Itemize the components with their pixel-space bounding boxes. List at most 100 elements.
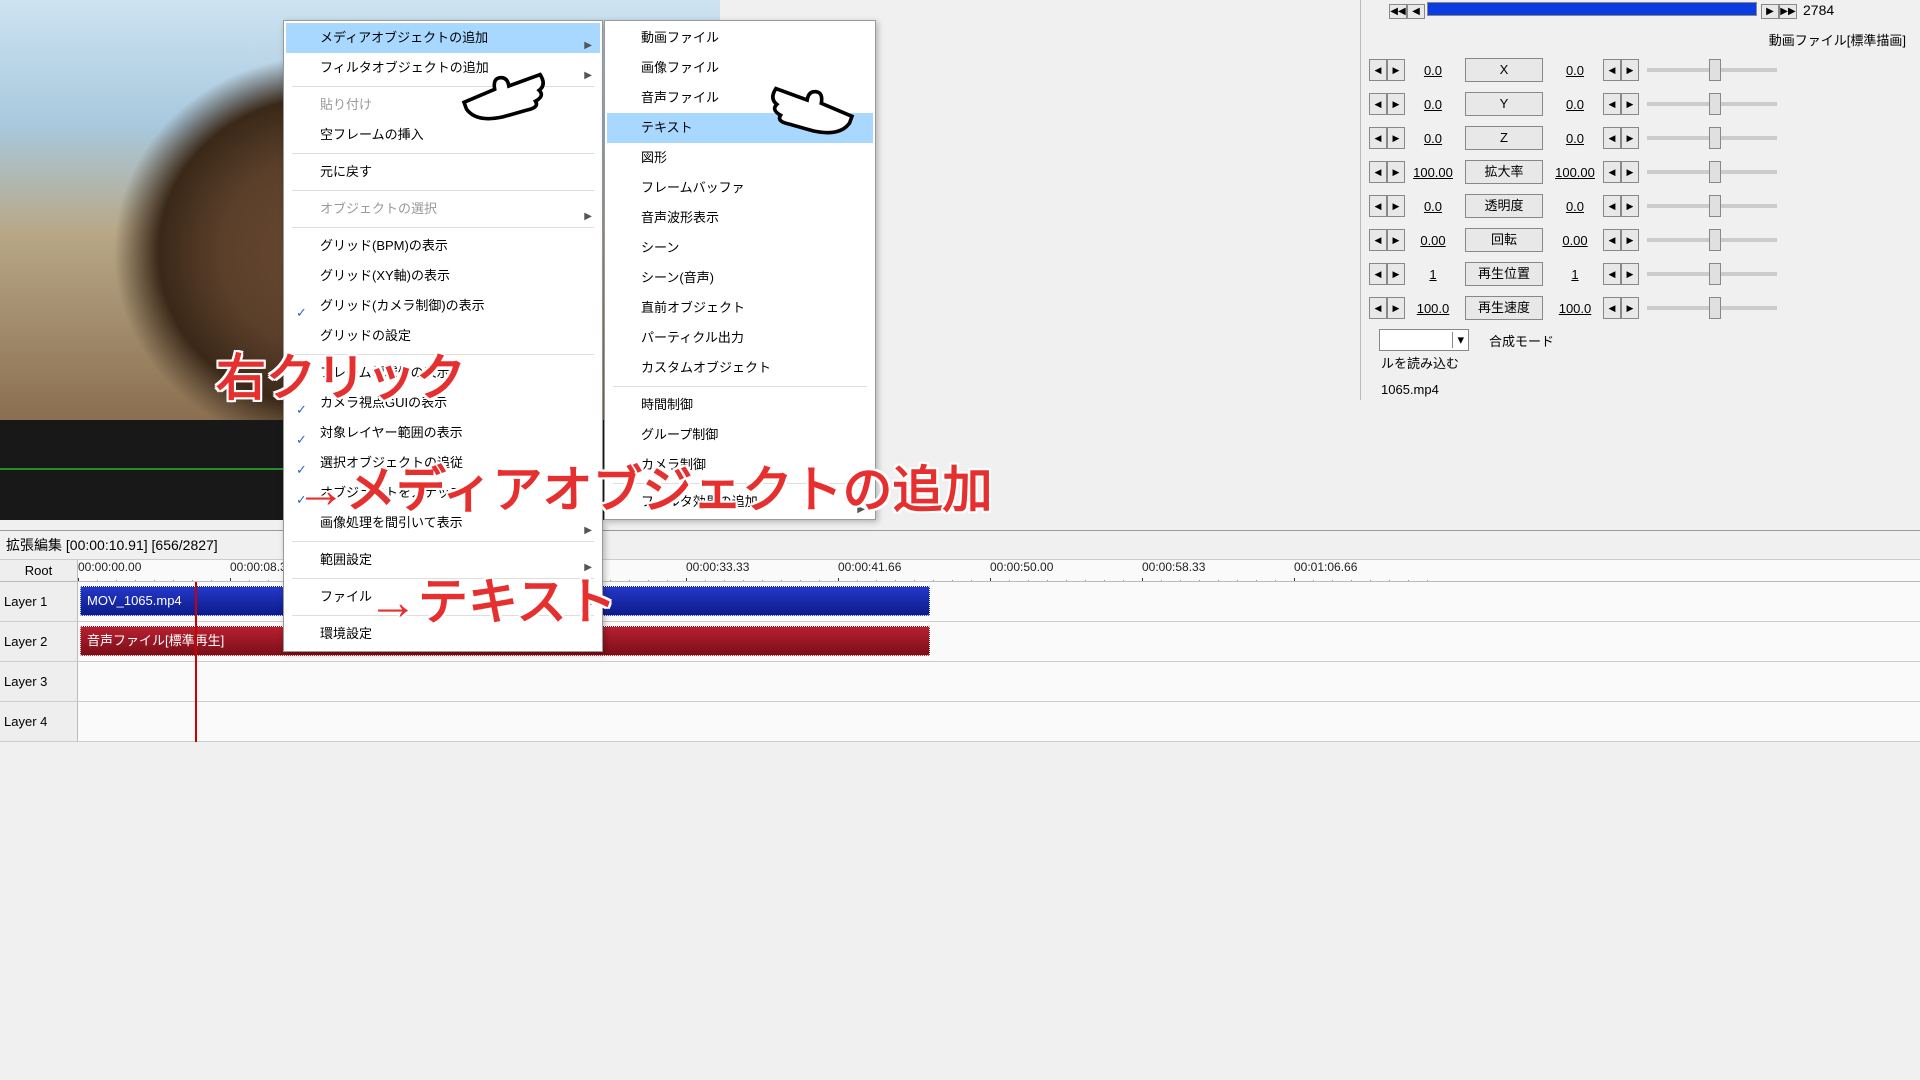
- menu-item[interactable]: 元に戻す: [286, 157, 600, 187]
- blend-mode-label: 合成モード: [1489, 331, 1554, 350]
- layer-track[interactable]: [78, 702, 1920, 741]
- menu-item[interactable]: フレームバッファ: [607, 173, 873, 203]
- prop-value-left[interactable]: 100.00: [1405, 165, 1461, 180]
- prop-slider[interactable]: [1647, 204, 1777, 208]
- menu-item[interactable]: グリッド(BPM)の表示: [286, 231, 600, 261]
- prop-dec-left[interactable]: ◀: [1369, 161, 1387, 183]
- player-progress[interactable]: [1427, 2, 1757, 16]
- prop-slider[interactable]: [1647, 102, 1777, 106]
- prop-dec-left[interactable]: ◀: [1369, 195, 1387, 217]
- prop-dec-right[interactable]: ◀: [1603, 59, 1621, 81]
- prop-dec-right[interactable]: ◀: [1603, 161, 1621, 183]
- prop-value-left[interactable]: 0.00: [1405, 233, 1461, 248]
- player-fwd-icon[interactable]: ▶: [1761, 4, 1779, 19]
- prop-inc-left[interactable]: ▶: [1387, 263, 1405, 285]
- prop-inc-right[interactable]: ▶: [1621, 127, 1639, 149]
- prop-dec-left[interactable]: ◀: [1369, 127, 1387, 149]
- prop-dec-left[interactable]: ◀: [1369, 229, 1387, 251]
- prop-name-button[interactable]: 拡大率: [1465, 160, 1543, 184]
- timeline-root[interactable]: Root: [0, 560, 78, 581]
- prop-value-left[interactable]: 0.0: [1405, 131, 1461, 146]
- menu-item[interactable]: パーティクル出力: [607, 323, 873, 353]
- menu-item[interactable]: 音声波形表示: [607, 203, 873, 233]
- prop-name-button[interactable]: 透明度: [1465, 194, 1543, 218]
- prop-value-right[interactable]: 0.00: [1547, 233, 1603, 248]
- menu-item[interactable]: カスタムオブジェクト: [607, 353, 873, 383]
- prop-slider[interactable]: [1647, 68, 1777, 72]
- menu-item[interactable]: グリッド(XY軸)の表示: [286, 261, 600, 291]
- prop-value-right[interactable]: 100.0: [1547, 301, 1603, 316]
- prop-dec-right[interactable]: ◀: [1603, 229, 1621, 251]
- prop-inc-right[interactable]: ▶: [1621, 93, 1639, 115]
- prop-inc-left[interactable]: ▶: [1387, 93, 1405, 115]
- menu-item[interactable]: メディアオブジェクトの追加▶: [286, 23, 600, 53]
- prop-inc-left[interactable]: ▶: [1387, 127, 1405, 149]
- prop-slider[interactable]: [1647, 136, 1777, 140]
- prop-name-button[interactable]: Y: [1465, 92, 1543, 116]
- menu-item[interactable]: グループ制御: [607, 420, 873, 450]
- layer-label[interactable]: Layer 3: [0, 662, 78, 701]
- playhead[interactable]: [195, 582, 197, 742]
- prop-inc-left[interactable]: ▶: [1387, 195, 1405, 217]
- prop-inc-right[interactable]: ▶: [1621, 297, 1639, 319]
- properties-panel: ◀◀ ◀ ▶ ▶▶ 2784 動画ファイル[標準描画] ◀▶0.0X0.0◀▶◀…: [1360, 0, 1920, 400]
- layer-label[interactable]: Layer 2: [0, 622, 78, 661]
- layer-label[interactable]: Layer 1: [0, 582, 78, 621]
- ruler-tick: 00:00:33.33: [686, 560, 749, 574]
- prop-dec-left[interactable]: ◀: [1369, 59, 1387, 81]
- prop-slider[interactable]: [1647, 306, 1777, 310]
- prop-slider[interactable]: [1647, 238, 1777, 242]
- prop-name-button[interactable]: 再生位置: [1465, 262, 1543, 286]
- prop-dec-right[interactable]: ◀: [1603, 263, 1621, 285]
- prop-value-left[interactable]: 0.0: [1405, 199, 1461, 214]
- prop-inc-left[interactable]: ▶: [1387, 161, 1405, 183]
- prop-inc-right[interactable]: ▶: [1621, 59, 1639, 81]
- menu-item[interactable]: フィルタオブジェクトの追加▶: [286, 53, 600, 83]
- layer-track[interactable]: [78, 662, 1920, 701]
- menu-item[interactable]: シーン: [607, 233, 873, 263]
- menu-item[interactable]: グリッド(カメラ制御)の表示✓: [286, 291, 600, 321]
- prop-dec-left[interactable]: ◀: [1369, 93, 1387, 115]
- menu-item[interactable]: シーン(音声): [607, 263, 873, 293]
- prop-inc-right[interactable]: ▶: [1621, 229, 1639, 251]
- prop-value-left[interactable]: 0.0: [1405, 63, 1461, 78]
- prop-value-right[interactable]: 0.0: [1547, 97, 1603, 112]
- prop-value-right[interactable]: 0.0: [1547, 131, 1603, 146]
- menu-item[interactable]: 動画ファイル: [607, 23, 873, 53]
- prop-dec-right[interactable]: ◀: [1603, 93, 1621, 115]
- prop-value-right[interactable]: 100.00: [1547, 165, 1603, 180]
- prop-value-right[interactable]: 1: [1547, 267, 1603, 282]
- prop-inc-right[interactable]: ▶: [1621, 195, 1639, 217]
- prop-value-left[interactable]: 100.0: [1405, 301, 1461, 316]
- prop-dec-right[interactable]: ◀: [1603, 195, 1621, 217]
- prop-inc-left[interactable]: ▶: [1387, 229, 1405, 251]
- prop-dec-left[interactable]: ◀: [1369, 263, 1387, 285]
- prop-name-button[interactable]: X: [1465, 58, 1543, 82]
- prop-value-right[interactable]: 0.0: [1547, 199, 1603, 214]
- player-prev-icon[interactable]: ◀◀: [1389, 4, 1407, 19]
- prop-name-button[interactable]: 再生速度: [1465, 296, 1543, 320]
- blend-mode-combo[interactable]: [1379, 329, 1469, 351]
- prop-dec-right[interactable]: ◀: [1603, 297, 1621, 319]
- prop-inc-left[interactable]: ▶: [1387, 297, 1405, 319]
- prop-name-button[interactable]: 回転: [1465, 228, 1543, 252]
- menu-item[interactable]: 時間制御: [607, 390, 873, 420]
- prop-inc-right[interactable]: ▶: [1621, 161, 1639, 183]
- player-next-icon[interactable]: ▶▶: [1779, 4, 1797, 19]
- prop-inc-left[interactable]: ▶: [1387, 59, 1405, 81]
- prop-slider[interactable]: [1647, 170, 1777, 174]
- prop-value-left[interactable]: 1: [1405, 267, 1461, 282]
- layer-label[interactable]: Layer 4: [0, 702, 78, 741]
- prop-dec-right[interactable]: ◀: [1603, 127, 1621, 149]
- prop-dec-left[interactable]: ◀: [1369, 297, 1387, 319]
- prop-inc-right[interactable]: ▶: [1621, 263, 1639, 285]
- prop-name-button[interactable]: Z: [1465, 126, 1543, 150]
- menu-item[interactable]: 直前オブジェクト: [607, 293, 873, 323]
- menu-item[interactable]: 対象レイヤー範囲の表示✓: [286, 418, 600, 448]
- prop-slider[interactable]: [1647, 272, 1777, 276]
- ruler-tick: 00:01:06.66: [1294, 560, 1357, 574]
- menu-item[interactable]: 空フレームの挿入: [286, 120, 600, 150]
- prop-value-right[interactable]: 0.0: [1547, 63, 1603, 78]
- prop-value-left[interactable]: 0.0: [1405, 97, 1461, 112]
- player-back-icon[interactable]: ◀: [1407, 4, 1425, 19]
